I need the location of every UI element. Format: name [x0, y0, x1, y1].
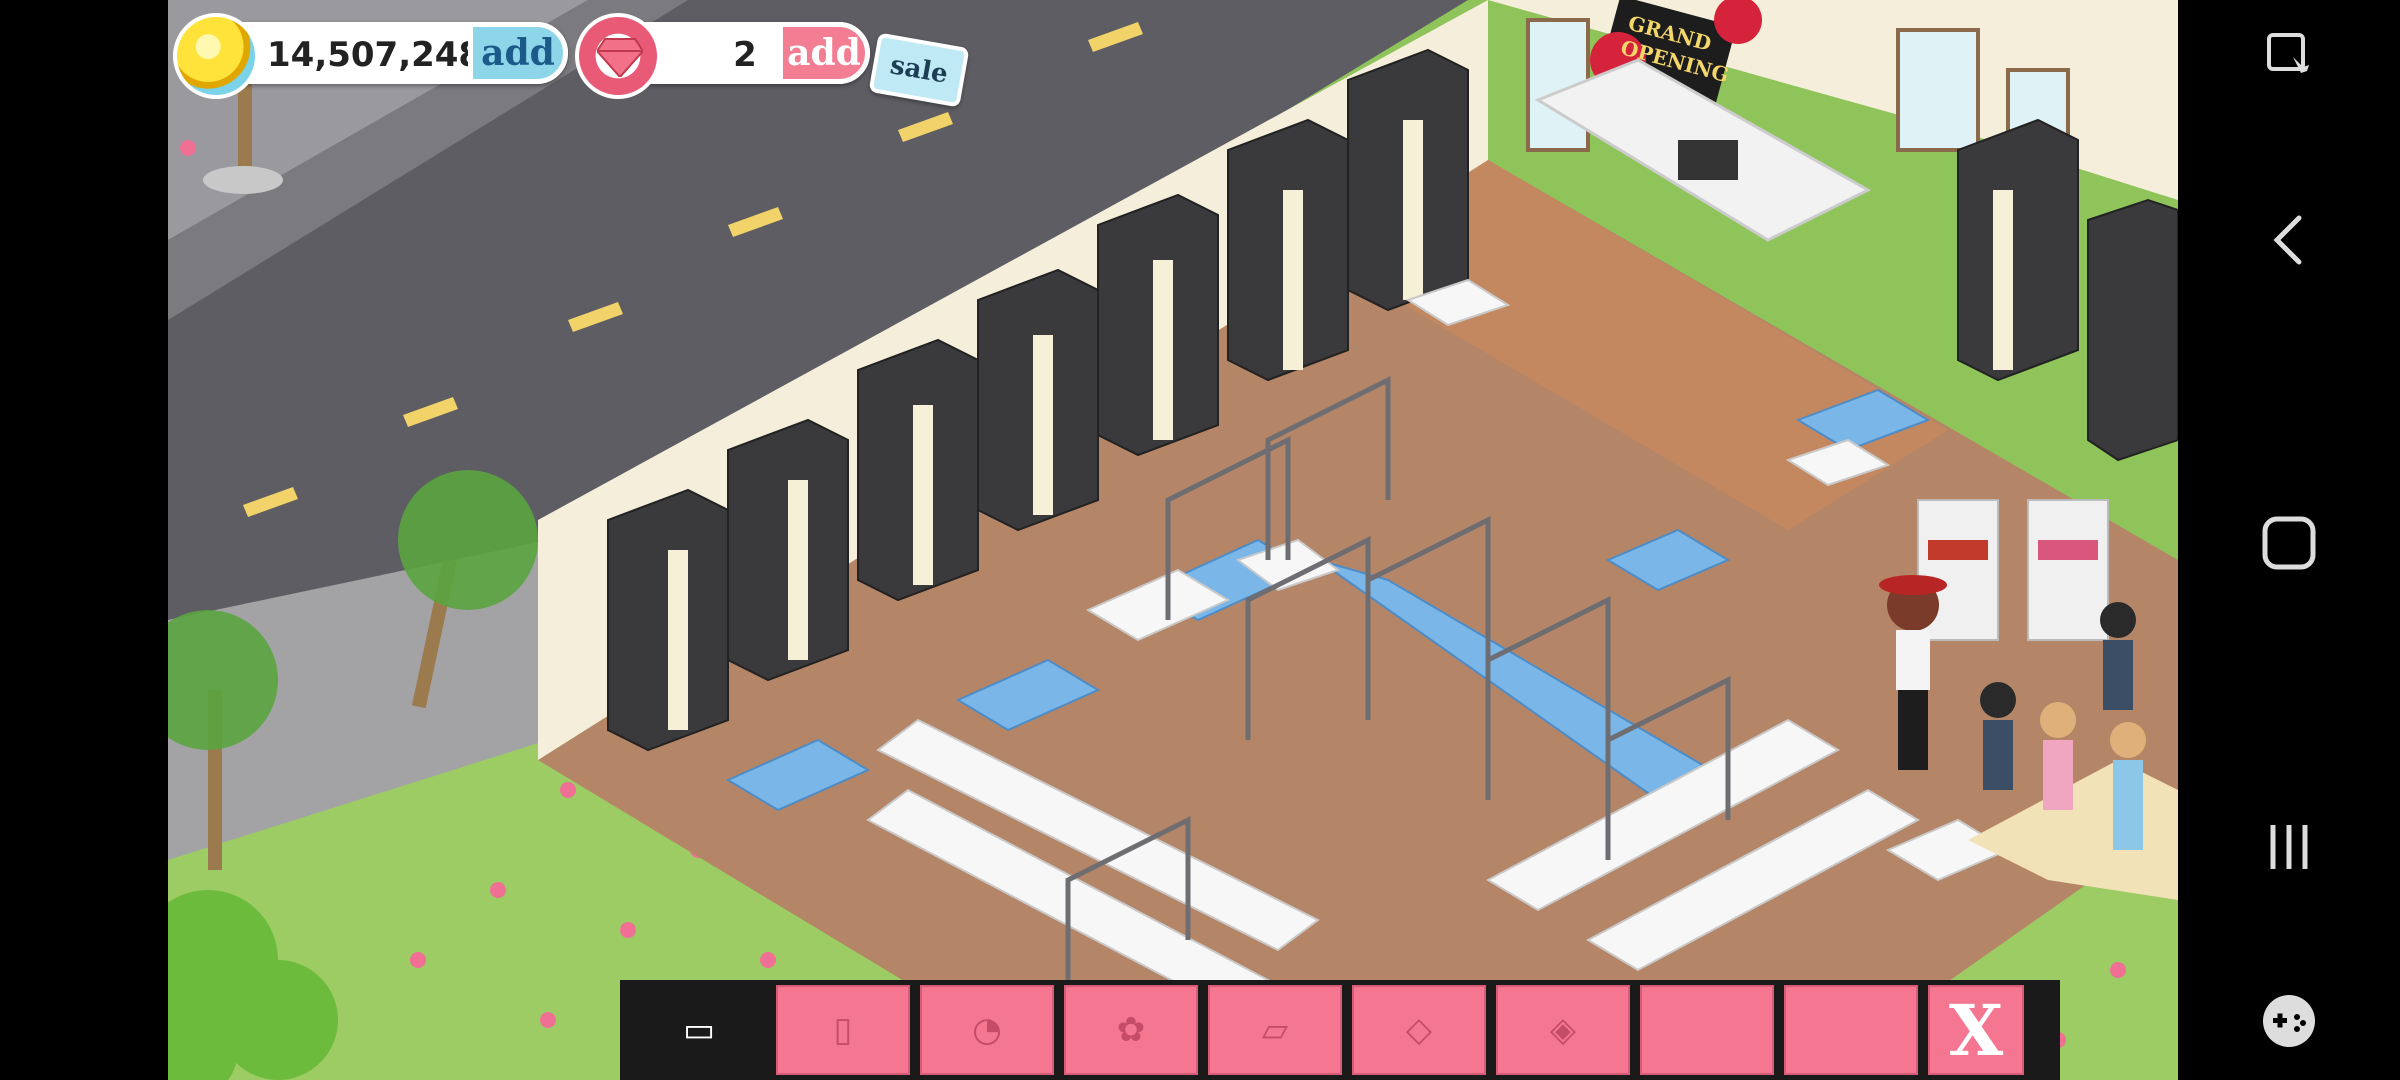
add-gems-button[interactable]: add — [778, 22, 870, 84]
tab-empty-2[interactable] — [1784, 985, 1918, 1075]
recents-button[interactable] — [2254, 812, 2324, 882]
door-icon: ▯ — [833, 1010, 853, 1050]
boutique-scene[interactable]: GRAND OPENING — [168, 0, 2178, 1080]
screen-lock-icon — [2267, 33, 2309, 73]
coins-value: 14,507,248 — [267, 35, 483, 75]
screen-lock-button[interactable] — [2254, 20, 2324, 90]
floor-tile-icon: ◇ — [1405, 1010, 1433, 1050]
back-icon — [2273, 215, 2302, 265]
tab-doors[interactable]: ▯ — [776, 985, 910, 1075]
home-icon — [2262, 516, 2316, 570]
floor-pattern-icon: ◈ — [1549, 1010, 1577, 1050]
home-button[interactable] — [2254, 508, 2324, 578]
wallpaper-icon: ▱ — [1261, 1010, 1289, 1050]
close-toolbar-button[interactable]: X — [1928, 985, 2024, 1075]
table-icon: ▭ — [682, 1010, 716, 1050]
add-coins-button[interactable]: add — [468, 22, 568, 84]
coins-counter: 14,507,248 add — [173, 13, 568, 99]
tab-empty-1[interactable] — [1640, 985, 1774, 1075]
coin-icon — [173, 13, 259, 99]
game-viewport[interactable]: GRAND OPENING 14,507,248 add 2 add sale … — [168, 0, 2178, 1080]
tab-wallpaper[interactable]: ▱ — [1208, 985, 1342, 1075]
tab-tables[interactable]: ▭ — [632, 985, 766, 1075]
screen: GRAND OPENING 14,507,248 add 2 add sale … — [0, 0, 2400, 1080]
design-toolbar: ▭ ▯ ◔ ✿ ▱ ◇ ◈ X — [620, 980, 2060, 1080]
tab-floor-pattern[interactable]: ◈ — [1496, 985, 1630, 1075]
gems-counter: 2 add — [575, 13, 870, 99]
recents-icon — [2270, 825, 2308, 869]
clock-icon: ◔ — [972, 1010, 1002, 1050]
game-tools-icon — [2263, 995, 2315, 1047]
tab-plants[interactable]: ✿ — [1064, 985, 1198, 1075]
plant-icon: ✿ — [1116, 1010, 1146, 1050]
game-tools-button[interactable] — [2254, 986, 2324, 1056]
system-nav-bar — [2178, 0, 2400, 1080]
gems-value: 2 — [733, 35, 757, 75]
back-button[interactable] — [2254, 205, 2324, 275]
gem-icon — [575, 13, 661, 99]
tab-floor[interactable]: ◇ — [1352, 985, 1486, 1075]
tab-decor[interactable]: ◔ — [920, 985, 1054, 1075]
